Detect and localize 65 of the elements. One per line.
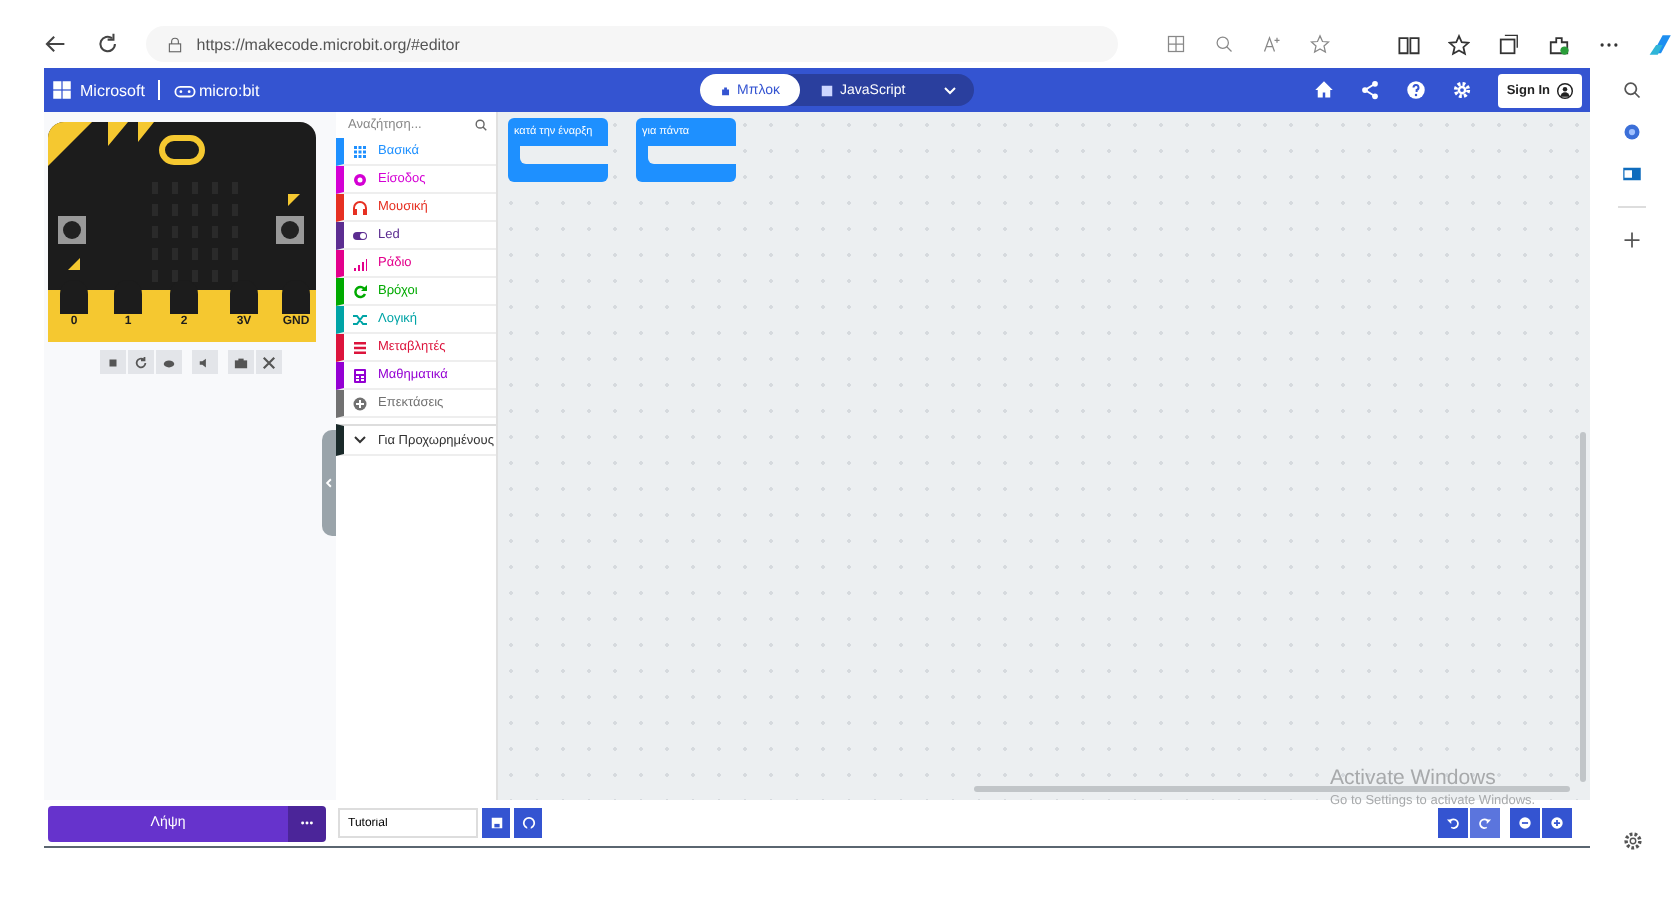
copilot-icon[interactable] [1648, 31, 1674, 57]
collections-icon[interactable] [1498, 33, 1520, 55]
microsoft-logo-icon [52, 80, 72, 100]
plus-icon [1550, 816, 1564, 830]
fullscreen-button[interactable] [255, 350, 281, 374]
extension-icon[interactable] [1548, 33, 1570, 55]
undo-icon [1446, 816, 1460, 830]
plus-icon[interactable] [1622, 230, 1642, 250]
chevron-left-icon [324, 478, 334, 488]
address-bar[interactable]: https://makecode.microbit.org/#editor [146, 26, 1118, 62]
category-icon [352, 311, 368, 327]
collapse-handle[interactable] [322, 430, 336, 536]
share-icon[interactable] [1360, 80, 1381, 100]
restart-button[interactable] [127, 350, 153, 374]
category-icon [352, 171, 368, 187]
outlook-icon[interactable] [1622, 164, 1642, 184]
minus-icon [1518, 816, 1532, 830]
save-icon [489, 816, 503, 830]
chevron-down-icon[interactable] [941, 82, 958, 98]
slow-motion-button[interactable] [155, 350, 181, 374]
horizontal-scrollbar[interactable] [974, 786, 1570, 792]
home-icon[interactable] [1314, 80, 1335, 100]
user-icon [1556, 81, 1574, 99]
favorites-icon[interactable] [1448, 33, 1470, 55]
product-name: micro:bit [198, 81, 260, 99]
search-icon [474, 118, 488, 132]
category-icon [352, 199, 368, 215]
lock-icon [166, 35, 185, 53]
refresh-icon[interactable] [95, 32, 119, 56]
undo-button[interactable] [1438, 808, 1468, 838]
zoom-out-button[interactable] [1510, 808, 1540, 838]
category-icon [352, 339, 368, 355]
search-icon[interactable] [1622, 80, 1642, 100]
zoom-icon[interactable] [1214, 34, 1234, 54]
save-button[interactable] [482, 808, 510, 838]
brand-name: Microsoft [80, 81, 145, 99]
stop-button[interactable] [99, 350, 125, 374]
help-icon[interactable] [1406, 80, 1427, 100]
back-icon[interactable] [44, 32, 68, 56]
read-aloud-icon[interactable] [1262, 34, 1282, 54]
redo-icon [1478, 816, 1492, 830]
star-icon[interactable] [1310, 34, 1330, 54]
more-button[interactable] [288, 805, 326, 841]
grid-icon[interactable] [1166, 34, 1186, 54]
screenshot-button[interactable] [227, 350, 253, 374]
activation-notice-title: Activate Windows [1330, 766, 1498, 790]
url-text: https://makecode.microbit.org/#editor [196, 35, 460, 53]
restart-icon [133, 355, 147, 369]
category-icon [352, 367, 368, 383]
speaker-icon [197, 355, 211, 369]
stop-icon [105, 355, 119, 369]
book-icon[interactable] [1398, 33, 1420, 55]
category-icon [352, 227, 368, 243]
zoom-in-button[interactable] [1542, 808, 1572, 838]
settings-icon[interactable] [1621, 830, 1643, 852]
category-icon [352, 395, 368, 411]
chevron-down-icon [352, 432, 368, 448]
category-icon [352, 283, 368, 299]
redo-button[interactable] [1470, 808, 1500, 838]
mute-button[interactable] [191, 350, 217, 374]
camera-icon [233, 355, 247, 369]
vertical-scrollbar[interactable] [1580, 432, 1586, 782]
category-icon [352, 255, 368, 271]
github-button[interactable] [514, 808, 542, 838]
category-icon [352, 143, 368, 159]
